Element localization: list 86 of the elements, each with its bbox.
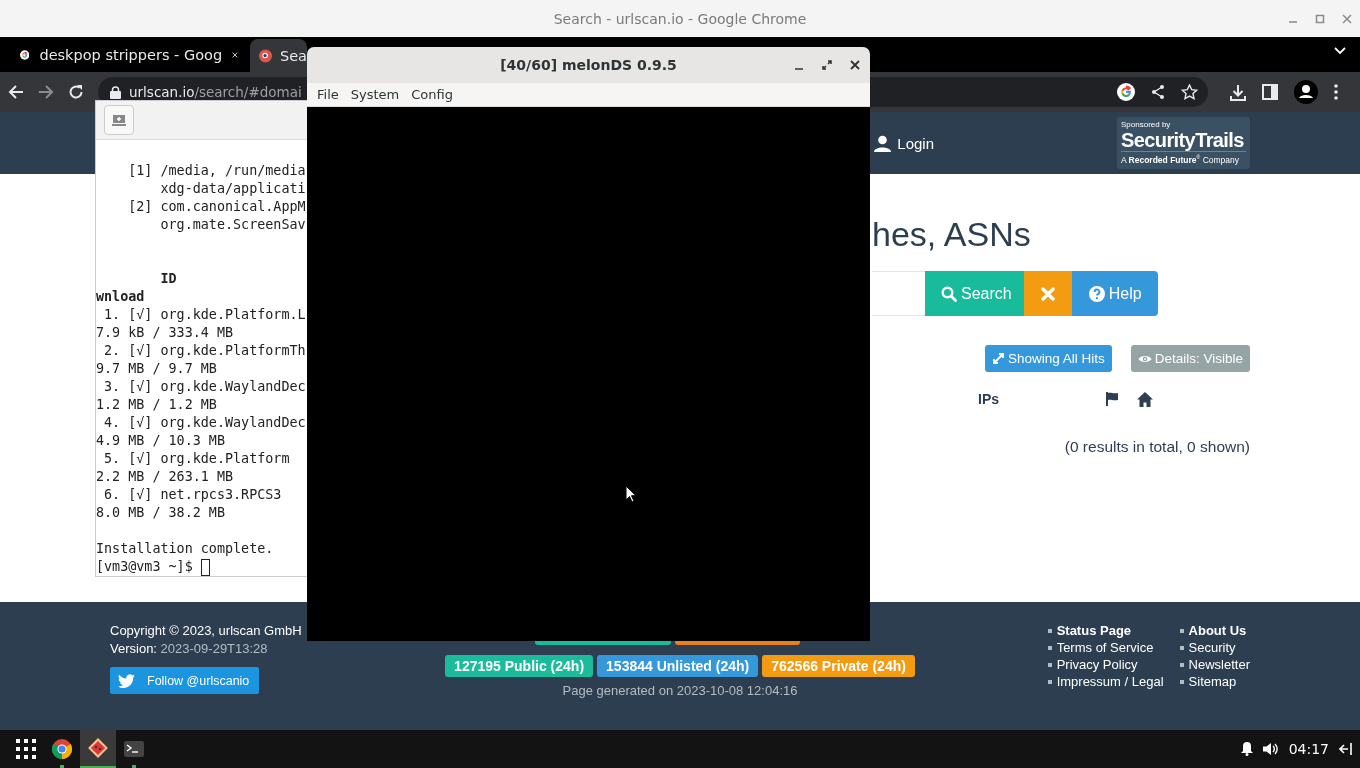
footer-link[interactable]: Status Page bbox=[1056, 623, 1132, 638]
new-tab-icon bbox=[112, 114, 126, 126]
forward-icon[interactable] bbox=[38, 84, 54, 100]
magnifier-icon bbox=[259, 47, 272, 64]
window-title: Search - urlscan.io - Google Chrome bbox=[553, 10, 807, 27]
sponsor-caption: Sponsored by bbox=[1121, 120, 1172, 129]
copyright-text: Copyright © 2023, urlscan GmbH bbox=[110, 623, 302, 638]
expand-icon bbox=[991, 352, 1005, 365]
footer-link[interactable]: Security bbox=[1188, 640, 1236, 655]
terminal-icon bbox=[124, 741, 144, 757]
star-icon[interactable] bbox=[1181, 84, 1198, 100]
bell-icon[interactable] bbox=[1240, 742, 1253, 756]
user-icon bbox=[874, 134, 892, 152]
profile-icon[interactable] bbox=[1294, 80, 1318, 104]
browser-tab[interactable]: Sea bbox=[250, 39, 307, 72]
footer-link[interactable]: Sitemap bbox=[1188, 674, 1237, 689]
eye-icon bbox=[1137, 353, 1152, 364]
back-icon[interactable] bbox=[8, 84, 24, 100]
version-text: Version: 2023-09-29T13:28 bbox=[110, 641, 268, 656]
bird-icon bbox=[118, 673, 135, 688]
sponsor-name: SecurityTrails bbox=[1121, 129, 1245, 151]
sponsor-tagline: A Recorded Future$^{®}$ Company bbox=[1121, 151, 1246, 166]
clock[interactable]: 04:17 bbox=[1288, 741, 1329, 757]
new-tab-button[interactable] bbox=[104, 105, 134, 135]
footer-link[interactable]: Terms of Service bbox=[1056, 640, 1154, 655]
terminal-line: 2. [√] org.kde.PlatformTh bbox=[103, 342, 306, 360]
terminal-line: [2] com.canonical.AppM bbox=[127, 198, 306, 216]
google-icon bbox=[1117, 83, 1135, 101]
terminal-line: 8.0 MB / 38.2 MB bbox=[96, 504, 225, 522]
home-icon bbox=[1137, 391, 1153, 407]
page-heading: hes, ASNs bbox=[872, 214, 1032, 254]
browser-tab[interactable]: deskpop strippers - Goog bbox=[0, 37, 250, 72]
terminal-prompt: [vm3@vm3 ~]$ bbox=[96, 558, 194, 576]
close-icon bbox=[1040, 286, 1055, 301]
terminal-line: 4. [√] org.kde.WaylandDec bbox=[103, 414, 306, 432]
lock-icon[interactable] bbox=[110, 85, 121, 99]
stat-badge: 153844 Unlisted (24h) bbox=[597, 655, 759, 677]
close-icon[interactable] bbox=[850, 60, 860, 70]
flag-icon bbox=[1106, 392, 1119, 406]
side-panel-icon[interactable] bbox=[1262, 84, 1278, 100]
terminal-line: 1.2 MB / 1.2 MB bbox=[96, 396, 217, 414]
login-link[interactable]: Login bbox=[874, 134, 934, 152]
download-icon[interactable] bbox=[1230, 83, 1246, 101]
terminal-line: xdg-data/applicati bbox=[159, 180, 306, 198]
footer-link[interactable]: Newsletter bbox=[1188, 657, 1250, 672]
sponsor-logo[interactable]: Sponsored by SecurityTrails A Recorded Future$^{®}$ Company bbox=[1117, 117, 1250, 169]
results-count: (0 results in total, 0 shown) bbox=[1063, 438, 1250, 456]
chrome-icon bbox=[52, 739, 72, 759]
help-icon bbox=[1088, 285, 1105, 302]
footer-link[interactable]: Impressum / Legal bbox=[1056, 674, 1164, 689]
taskbar-app[interactable] bbox=[80, 730, 116, 768]
terminal-line: 2.2 MB / 263.1 MB bbox=[96, 468, 234, 486]
menu-item[interactable]: Config bbox=[405, 87, 459, 102]
terminal-line: 3. [√] org.kde.WaylandDec bbox=[103, 378, 306, 396]
menu-item[interactable]: File bbox=[311, 87, 345, 102]
window-title: [40/60] melonDS 0.9.5 bbox=[500, 57, 677, 73]
terminal-line: Installation complete. bbox=[96, 540, 274, 558]
stat-badge: 762566 Private (24h) bbox=[762, 655, 915, 677]
terminal-line: 6. [√] net.rpcs3.RPCS3 bbox=[103, 486, 282, 504]
logout-icon[interactable] bbox=[1339, 742, 1352, 756]
menu-icon[interactable] bbox=[1334, 84, 1338, 100]
terminal-line: [1] /media, /run/media bbox=[127, 162, 306, 180]
terminal-line: 7.9 kB / 333.4 MB bbox=[96, 324, 234, 342]
generated-text: Page generated on 2023-10-08 12:04:16 bbox=[562, 683, 798, 698]
footer-link[interactable]: About Us bbox=[1188, 623, 1247, 638]
volume-icon[interactable] bbox=[1262, 742, 1279, 756]
reload-icon[interactable] bbox=[68, 84, 84, 100]
mouse-pointer-icon bbox=[625, 485, 637, 503]
address-bar[interactable]: urlscan.io/search/#domai bbox=[129, 84, 302, 100]
chevron-down-icon[interactable] bbox=[1334, 47, 1346, 55]
menu-item[interactable]: System bbox=[344, 87, 406, 102]
share-icon[interactable] bbox=[1151, 84, 1165, 100]
footer-link[interactable]: Privacy Policy bbox=[1056, 657, 1138, 672]
terminal-line: ID bbox=[159, 270, 177, 288]
search-icon bbox=[941, 285, 957, 302]
terminal-line: org.mate.ScreenSav bbox=[159, 216, 306, 234]
maximize-icon[interactable] bbox=[822, 60, 832, 70]
column-header: IPs bbox=[978, 391, 1000, 407]
terminal-line: 4.9 MB / 10.3 MB bbox=[96, 432, 225, 450]
terminal-line: 5. [√] org.kde.Platform bbox=[103, 450, 290, 468]
terminal-line: 9.7 MB / 9.7 MB bbox=[96, 360, 217, 378]
terminal-line: wnload bbox=[96, 288, 145, 306]
search-field[interactable] bbox=[872, 271, 925, 316]
text-cursor bbox=[200, 558, 210, 576]
terminal-line: 1. [√] org.kde.Platform.L bbox=[103, 306, 306, 324]
stat-badge: 127195 Public (24h) bbox=[445, 655, 594, 677]
